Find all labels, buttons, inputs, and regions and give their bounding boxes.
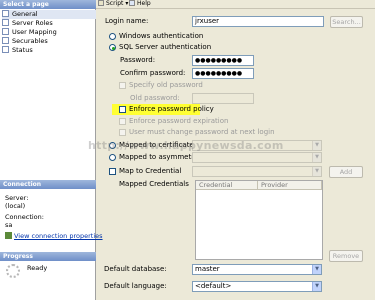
default-database-value: master [195,265,220,273]
progress-spinner-icon [6,264,20,278]
enforce-expiration-label: Enforce password expiration [129,117,229,125]
page-icon [2,46,9,53]
page-icon [2,28,9,35]
watermark-text: http://www.happynewsda.com [88,139,284,152]
chevron-down-icon: ▼ [312,265,321,274]
default-language-combo[interactable]: <default> ▼ [192,281,322,292]
specify-old-password-label: Specify old password [129,81,203,89]
old-password-label: Old password: [130,94,180,102]
connection-label: Connection: [5,213,44,221]
server-value: (local) [5,202,26,210]
page-icon [2,37,9,44]
confirm-password-input[interactable]: ●●●●●●●●● [192,68,254,79]
mapped-credentials-grid[interactable]: Credential Provider [195,180,323,260]
must-change-label: User must change password at next login [129,128,275,136]
page-icon [2,10,9,17]
server-label: Server: [5,194,29,202]
properties-icon [5,232,12,239]
chevron-down-icon: ▼ [312,141,321,150]
connection-header: Connection [0,180,96,189]
password-input[interactable]: ●●●●●●●●● [192,55,254,66]
toolbar: Script ▾ Help [96,0,375,9]
script-label: Script [106,0,124,7]
select-page-pane: Select a page General Server Roles User … [0,0,103,300]
view-connection-link-label: View connection properties [14,232,103,240]
connection-value: sa [5,221,13,229]
add-button[interactable]: Add [329,166,363,178]
enforce-expiration-checkbox[interactable] [119,118,126,125]
page-item-securables[interactable]: Securables [2,37,48,46]
confirm-password-label: Confirm password: [120,69,186,77]
windows-auth-radio[interactable] [109,33,116,40]
chevron-down-icon: ▼ [312,153,321,162]
sql-auth-radio[interactable] [109,44,116,51]
specify-old-password-checkbox[interactable] [119,82,126,89]
default-database-combo[interactable]: master ▼ [192,264,322,275]
chevron-down-icon: ▼ [312,282,321,291]
must-change-checkbox[interactable] [119,129,126,136]
windows-auth-label: Windows authentication [119,32,204,40]
search-button[interactable]: Search... [330,16,363,28]
page-item-server-roles[interactable]: Server Roles [2,19,53,28]
password-label: Password: [120,56,156,64]
view-connection-properties-link[interactable]: View connection properties [5,232,103,240]
page-item-status[interactable]: Status [2,46,33,55]
default-database-label: Default database: [104,265,167,273]
enforce-policy-label: Enforce password policy [129,105,214,113]
help-button[interactable]: Help [129,0,151,9]
help-icon [129,0,135,6]
mapped-asym-key-radio[interactable] [109,154,116,161]
credential-combo[interactable]: ▼ [192,166,322,177]
page-item-user-mapping[interactable]: User Mapping [2,28,57,37]
enforce-policy-checkbox[interactable] [119,106,126,113]
map-credential-checkbox[interactable] [109,168,116,175]
default-language-value: <default> [195,282,232,290]
page-item-label: Status [12,46,33,54]
credential-column-header[interactable]: Credential [196,181,258,190]
page-item-label: Server Roles [12,19,53,27]
progress-header: Progress [0,252,96,261]
login-name-label: Login name: [105,17,149,25]
default-language-label: Default language: [104,282,167,290]
help-label: Help [137,0,151,7]
page-item-general[interactable]: General [2,10,96,19]
old-password-input[interactable] [192,93,254,104]
chevron-down-icon: ▼ [312,167,321,176]
script-icon [98,0,104,6]
asym-key-combo[interactable]: ▼ [192,152,322,163]
provider-column-header[interactable]: Provider [258,181,322,190]
page-item-label: Securables [12,37,48,45]
page-item-label: User Mapping [12,28,57,36]
script-button[interactable]: Script ▾ [98,0,128,9]
select-page-header: Select a page [0,0,96,9]
remove-button[interactable]: Remove [329,250,363,262]
sql-auth-label: SQL Server authentication [119,43,212,51]
page-item-label: General [12,10,38,18]
progress-status: Ready [27,264,48,272]
map-credential-label: Map to Credential [119,167,182,175]
page-icon [2,19,9,26]
mapped-credentials-label: Mapped Credentials [119,180,189,188]
login-name-input[interactable]: jrxuser [192,16,324,27]
